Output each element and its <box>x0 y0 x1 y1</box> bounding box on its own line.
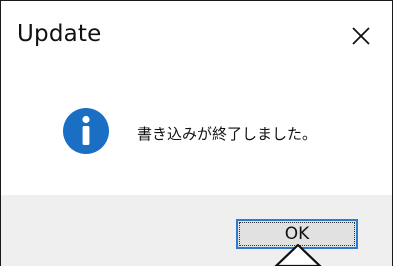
close-icon <box>352 27 370 45</box>
pointer-arrow-icon <box>273 243 323 268</box>
ok-button-label: OK <box>239 222 355 246</box>
close-button[interactable] <box>344 19 378 53</box>
message-text: 書き込みが終了しました。 <box>137 125 318 143</box>
message-area: 書き込みが終了しました。 <box>1 73 392 195</box>
button-bar: OK <box>1 195 392 266</box>
dialog-title: Update <box>17 21 102 47</box>
update-dialog: Update 書き込みが終了しました。 OK <box>0 0 393 266</box>
title-bar: Update <box>1 1 392 73</box>
info-icon <box>62 107 110 155</box>
